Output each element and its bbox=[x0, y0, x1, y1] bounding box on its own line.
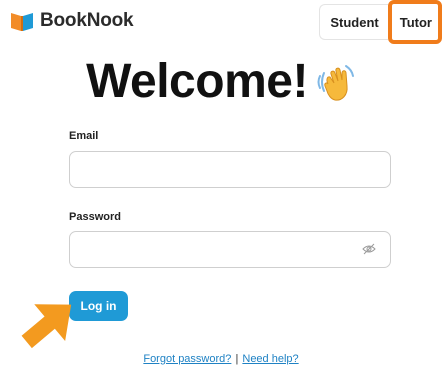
email-label: Email bbox=[69, 130, 99, 142]
eye-slash-icon[interactable] bbox=[362, 243, 376, 255]
book-icon bbox=[11, 13, 33, 31]
page-title: Welcome! bbox=[0, 54, 442, 109]
password-label: Password bbox=[69, 211, 121, 223]
waving-hand-icon bbox=[317, 64, 354, 101]
email-field[interactable] bbox=[69, 151, 391, 188]
tutor-role-button[interactable]: Tutor bbox=[387, 0, 442, 44]
link-separator: | bbox=[235, 353, 239, 365]
brand-name: BookNook bbox=[40, 10, 134, 31]
need-help-link[interactable]: Need help? bbox=[242, 353, 298, 365]
help-links: Forgot password? | Need help? bbox=[0, 353, 442, 365]
student-role-button[interactable]: Student bbox=[319, 4, 388, 40]
role-toggle: Student Tutor bbox=[319, 0, 442, 44]
password-field[interactable] bbox=[69, 231, 391, 268]
forgot-password-link[interactable]: Forgot password? bbox=[143, 353, 231, 365]
welcome-heading: Welcome! bbox=[86, 55, 308, 108]
arrow-pointing-right-icon bbox=[21, 304, 72, 349]
brand-logo[interactable]: BookNook bbox=[10, 10, 134, 32]
